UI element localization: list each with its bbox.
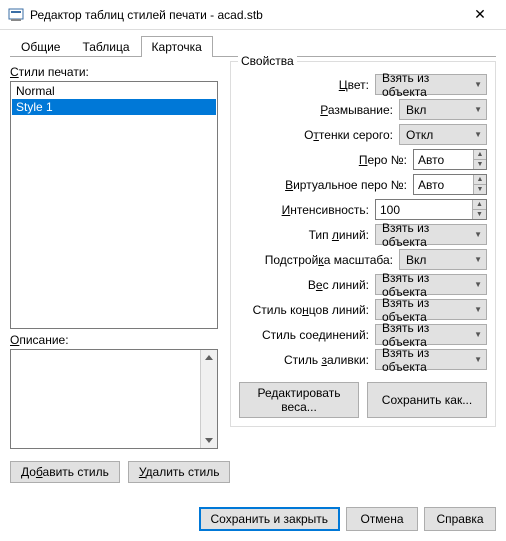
window-title: Редактор таблиц стилей печати - acad.stb xyxy=(30,8,462,22)
pen-spinner[interactable]: ▲▼ xyxy=(413,149,487,170)
adaptive-label: Подстройка масштаба: xyxy=(239,253,399,267)
help-button[interactable]: Справка xyxy=(424,507,496,531)
intensity-input[interactable] xyxy=(376,200,472,219)
properties-legend: Свойства xyxy=(238,54,297,68)
chevron-down-icon: ▼ xyxy=(474,330,482,339)
linetype-combo[interactable]: Взять из объекта ▼ xyxy=(375,224,487,245)
pen-label: Перо №: xyxy=(239,153,413,167)
properties-group: Свойства Цвет: Взять из объекта ▼ Размыв… xyxy=(230,61,496,427)
styles-label: Стили печати: xyxy=(10,65,218,79)
joinstyle-value: Взять из объекта xyxy=(382,321,474,349)
joinstyle-label: Стиль соединений: xyxy=(239,328,375,342)
app-icon xyxy=(8,7,24,23)
titlebar: Редактор таблиц стилей печати - acad.stb… xyxy=(0,0,506,30)
description-textarea[interactable] xyxy=(10,349,218,449)
description-label: Описание: xyxy=(10,333,218,347)
joinstyle-combo[interactable]: Взять из объекта ▼ xyxy=(375,324,487,345)
chevron-down-icon: ▼ xyxy=(474,105,482,114)
dialog-footer: Сохранить и закрыть Отмена Справка xyxy=(0,501,506,541)
dither-value: Вкл xyxy=(406,103,426,117)
gray-label: Оттенки серого: xyxy=(239,128,399,142)
close-icon[interactable]: ✕ xyxy=(462,0,498,30)
color-label: Цвет: xyxy=(239,78,375,92)
weight-combo[interactable]: Взять из объекта ▼ xyxy=(375,274,487,295)
endstyle-combo[interactable]: Взять из объекта ▼ xyxy=(375,299,487,320)
chevron-down-icon: ▼ xyxy=(474,80,482,89)
fillstyle-combo[interactable]: Взять из объекта ▼ xyxy=(375,349,487,370)
save-as-button[interactable]: Сохранить как... xyxy=(367,382,487,418)
chevron-down-icon: ▼ xyxy=(474,305,482,314)
weight-label: Вес линий: xyxy=(239,278,375,292)
intensity-label: Интенсивность: xyxy=(239,203,375,217)
dither-combo[interactable]: Вкл ▼ xyxy=(399,99,487,120)
edit-weights-button[interactable]: Редактировать веса... xyxy=(239,382,359,418)
scrollbar-vertical[interactable] xyxy=(200,350,217,448)
pen-input[interactable] xyxy=(414,150,473,169)
gray-value: Откл xyxy=(406,128,433,142)
add-style-button[interactable]: Добавить стиль xyxy=(10,461,120,483)
adaptive-combo[interactable]: Вкл ▼ xyxy=(399,249,487,270)
vpen-label: Виртуальное перо №: xyxy=(239,178,413,192)
spinner-buttons[interactable]: ▲▼ xyxy=(473,150,486,169)
weight-value: Взять из объекта xyxy=(382,271,474,299)
fillstyle-label: Стиль заливки: xyxy=(239,353,375,367)
linetype-value: Взять из объекта xyxy=(382,221,474,249)
spinner-buttons[interactable]: ▲▼ xyxy=(472,200,486,219)
delete-style-button[interactable]: Удалить стиль xyxy=(128,461,231,483)
chevron-down-icon: ▼ xyxy=(474,130,482,139)
list-item[interactable]: Style 1 xyxy=(12,99,216,115)
dither-label: Размывание: xyxy=(239,103,399,117)
color-combo[interactable]: Взять из объекта ▼ xyxy=(375,74,487,95)
intensity-spinner[interactable]: ▲▼ xyxy=(375,199,487,220)
gray-combo[interactable]: Откл ▼ xyxy=(399,124,487,145)
list-item[interactable]: Normal xyxy=(12,83,216,99)
cancel-button[interactable]: Отмена xyxy=(346,507,418,531)
tab-general[interactable]: Общие xyxy=(10,36,71,57)
save-close-button[interactable]: Сохранить и закрыть xyxy=(199,507,340,531)
styles-listbox[interactable]: Normal Style 1 xyxy=(10,81,218,329)
vpen-input[interactable] xyxy=(414,175,473,194)
endstyle-label: Стиль концов линий: xyxy=(239,303,375,317)
linetype-label: Тип линий: xyxy=(239,228,375,242)
chevron-down-icon: ▼ xyxy=(474,280,482,289)
tab-table[interactable]: Таблица xyxy=(71,36,140,57)
fillstyle-value: Взять из объекта xyxy=(382,346,474,374)
spinner-buttons[interactable]: ▲▼ xyxy=(473,175,486,194)
adaptive-value: Вкл xyxy=(406,253,426,267)
chevron-down-icon: ▼ xyxy=(474,255,482,264)
tab-card[interactable]: Карточка xyxy=(141,36,213,57)
color-value: Взять из объекта xyxy=(382,71,474,99)
endstyle-value: Взять из объекта xyxy=(382,296,474,324)
vpen-spinner[interactable]: ▲▼ xyxy=(413,174,487,195)
chevron-down-icon: ▼ xyxy=(474,230,482,239)
chevron-down-icon: ▼ xyxy=(474,355,482,364)
